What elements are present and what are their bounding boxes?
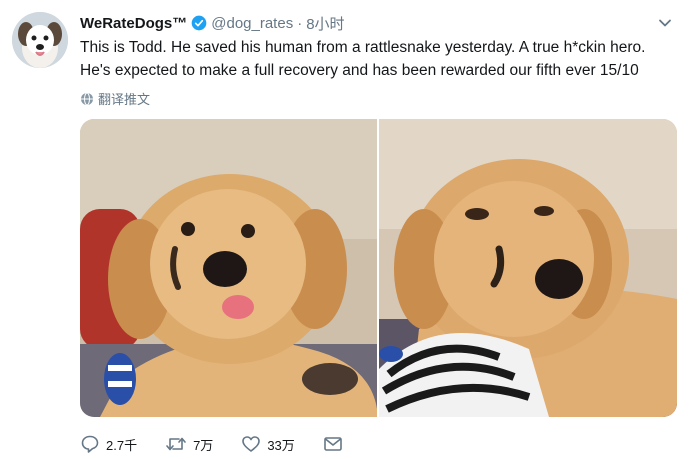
avatar[interactable] (12, 12, 68, 68)
dog-photo-tongue-out (80, 119, 377, 417)
translate-tweet-link[interactable]: 翻译推文 (80, 89, 150, 108)
translate-label: 翻译推文 (98, 92, 151, 107)
verified-badge-icon (191, 15, 207, 31)
tweet-text-line: This is Todd. He saved his human from a … (80, 39, 646, 56)
tweet-media[interactable] (80, 119, 677, 417)
timestamp[interactable]: 8小时 (306, 13, 344, 34)
reply-button[interactable]: 2.7千 (80, 434, 137, 454)
retweet-icon (166, 437, 186, 451)
tweet-text-line: He's expected to make a full recovery an… (80, 62, 639, 79)
tweet-actions: 2.7千 7万 33万 (80, 432, 377, 456)
dog-photo-swollen-face (379, 119, 677, 417)
envelope-icon (323, 437, 342, 451)
globe-icon (81, 92, 93, 105)
photo-2[interactable] (379, 119, 677, 417)
display-name[interactable]: WeRateDogs™ (80, 15, 187, 32)
tweet-text: This is Todd. He saved his human from a … (80, 36, 680, 82)
chevron-down-icon[interactable] (658, 16, 672, 30)
heart-icon (242, 436, 261, 452)
tweet-header: WeRateDogs™ @dog_rates · 8小时 (80, 12, 672, 34)
reply-count: 2.7千 (106, 437, 138, 453)
retweet-count: 7万 (193, 437, 214, 453)
direct-message-button[interactable] (323, 434, 349, 454)
separator-dot: · (297, 14, 303, 32)
like-button[interactable]: 33万 (241, 434, 295, 454)
avatar-dog-image (12, 12, 68, 68)
user-handle[interactable]: @dog_rates (211, 15, 293, 32)
reply-icon (81, 435, 99, 453)
photo-1[interactable] (80, 119, 377, 417)
like-count: 33万 (267, 437, 295, 453)
retweet-button[interactable]: 7万 (165, 434, 213, 454)
